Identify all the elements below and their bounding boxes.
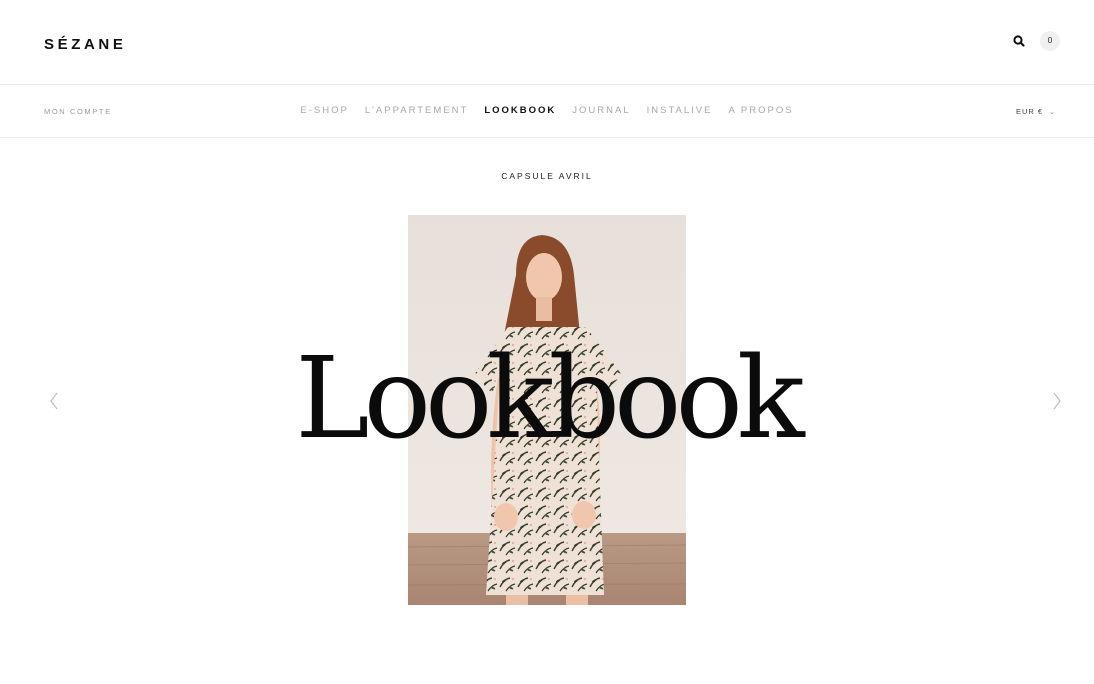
main-nav: MON COMPTE E-SHOP L'APPARTEMENT LOOKBOOK… — [0, 85, 1094, 138]
search-button[interactable] — [1009, 31, 1029, 51]
nav-item-a-propos[interactable]: A PROPOS — [728, 105, 793, 116]
nav-item-journal[interactable]: JOURNAL — [572, 105, 630, 116]
cart-count-badge[interactable]: 0 — [1040, 31, 1060, 51]
currency-label: EUR € — [1016, 107, 1044, 116]
nav-item-instalive[interactable]: INSTALIVE — [647, 105, 713, 116]
nav-menu: E-SHOP L'APPARTEMENT LOOKBOOK JOURNAL IN… — [0, 105, 1094, 116]
previous-slide-button[interactable] — [46, 388, 62, 414]
search-icon — [1013, 35, 1025, 47]
chevron-left-icon — [50, 392, 58, 410]
site-header: SÉZANE 0 — [0, 0, 1094, 85]
hero-title: Lookbook — [295, 334, 805, 464]
nav-item-appartement[interactable]: L'APPARTEMENT — [365, 105, 468, 116]
brand-logo[interactable]: SÉZANE — [44, 36, 126, 53]
next-slide-button[interactable] — [1049, 388, 1065, 414]
nav-item-lookbook[interactable]: LOOKBOOK — [484, 105, 556, 116]
chevron-down-icon: ⌄ — [1049, 109, 1056, 116]
currency-selector[interactable]: EUR € ⌄ — [1016, 107, 1056, 116]
collection-subtitle: CAPSULE AVRIL — [501, 171, 593, 181]
nav-item-e-shop[interactable]: E-SHOP — [300, 105, 348, 116]
chevron-right-icon — [1053, 392, 1061, 410]
